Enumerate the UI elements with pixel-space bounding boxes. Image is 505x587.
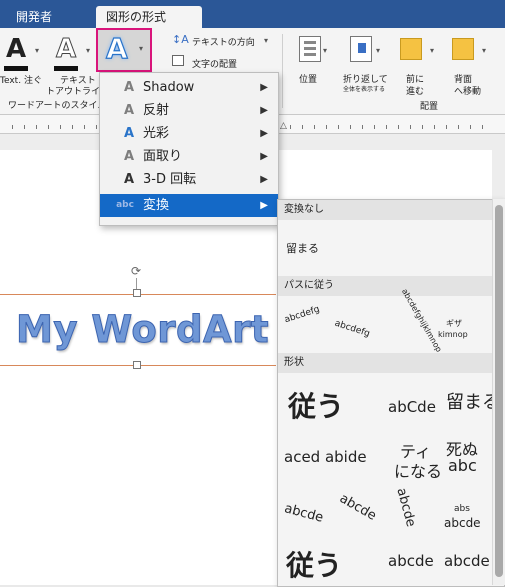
submenu-arrow-icon: ▶	[260, 105, 268, 116]
bevel-icon: A	[123, 149, 135, 164]
gallery-item-arch[interactable]: abcde	[283, 501, 325, 526]
tab-shape-format[interactable]: 図形の形式	[96, 6, 202, 28]
submenu-arrow-icon: ▶	[260, 151, 268, 162]
menu-item-label: Shadow	[143, 80, 195, 95]
text-outline-icon: A	[55, 34, 77, 65]
text-direction-dropdown-icon: ▾	[264, 36, 269, 45]
section-warp: 形状	[278, 353, 492, 373]
gallery-item-chevron[interactable]: aced abide	[284, 448, 367, 466]
rotate-handle-icon[interactable]: ⟳	[131, 264, 141, 278]
menu-item-transform[interactable]: abc 変換 ▶	[100, 194, 278, 217]
wrap-text-icon	[350, 36, 372, 62]
resize-handle-top[interactable]	[133, 289, 141, 297]
gallery-item-plain[interactable]: 従う	[288, 385, 344, 425]
gallery-item-button-bottom[interactable]: kimnop	[438, 330, 468, 339]
submenu-arrow-icon: ▶	[260, 82, 268, 93]
ruler-indent-marker-icon[interactable]: △	[280, 121, 287, 131]
section-follow-path: パスに従う	[278, 276, 492, 296]
gallery-scrollbar[interactable]	[492, 199, 505, 585]
gallery-item-cascade[interactable]: 従う	[286, 544, 342, 584]
resize-handle-bottom[interactable]	[133, 361, 141, 369]
text-direction-icon: ↕A	[172, 33, 189, 46]
text-outline-button[interactable]: A	[52, 34, 90, 76]
bring-forward-label-2: 進む	[406, 87, 425, 97]
gallery-item-circle[interactable]: abcdefghijklmnop	[400, 287, 444, 353]
send-backward-label-2: へ移動	[454, 87, 482, 97]
gallery-item-inflate-bottom[interactable]: abc	[448, 456, 477, 475]
text-effects-button[interactable]: A ▾	[96, 28, 152, 72]
gallery-item-wave[interactable]: abcde	[388, 552, 434, 570]
text-fill-color-bar	[4, 66, 28, 71]
gallery-item-button-top[interactable]: ギザ	[446, 318, 462, 329]
text-align-button[interactable]: 文字の配置	[172, 55, 272, 71]
text-align-icon	[172, 55, 184, 66]
gallery-item-arch-up[interactable]: abcdefg	[283, 305, 321, 326]
wrap-text-label-2: 全体を表示する	[343, 86, 386, 93]
menu-item-reflection[interactable]: A 反射 ▶	[100, 99, 278, 122]
transform-gallery: 変換なし 留まる パスに従う abcdefg abcdefg abcdefghi…	[277, 199, 505, 587]
gallery-item-circle-shape[interactable]: abcde	[337, 491, 379, 524]
gallery-item-button[interactable]: abcde	[393, 486, 418, 528]
submenu-arrow-icon: ▶	[260, 174, 268, 185]
text-effects-menu: A Shadow ▶ A 反射 ▶ A 光彩 ▶ A 面取り ▶ A 3-D 回…	[99, 72, 279, 226]
menu-item-glow[interactable]: A 光彩 ▶	[100, 122, 278, 145]
group-label-arrange: 配置	[420, 102, 439, 112]
gallery-item-ring-bottom[interactable]: になる	[394, 458, 442, 482]
text-align-label: 文字の配置	[192, 60, 238, 70]
section-no-transform: 変換なし	[278, 200, 492, 220]
send-backward-dropdown-icon: ▾	[482, 46, 487, 55]
menu-item-bevel[interactable]: A 面取り ▶	[100, 145, 278, 168]
submenu-arrow-icon: ▶	[260, 128, 268, 139]
text-fill-label-b: 注ぐ	[23, 76, 42, 86]
position-button[interactable]: ▾ 位置	[293, 36, 329, 86]
glow-icon: A	[123, 126, 135, 141]
menu-item-label: 3-D 回転	[143, 172, 197, 187]
shadow-icon: A	[123, 80, 135, 95]
gallery-item-arch-down[interactable]: abcdefg	[333, 319, 371, 340]
gallery-item-no-transform[interactable]: 留まる	[286, 240, 319, 256]
wrap-text-button[interactable]: ▾ 折り返して 全体を表示する	[340, 36, 390, 96]
gallery-item-stop[interactable]: abCde	[388, 398, 436, 416]
menu-item-label: 変換	[143, 198, 170, 213]
position-label: 位置	[299, 75, 318, 85]
menu-item-label: 反射	[143, 103, 170, 118]
group-label-wordart-styles: ワードアートのスタイル	[8, 101, 107, 111]
text-fill-button[interactable]: A	[2, 34, 40, 76]
menu-item-3d-rotation[interactable]: A 3-D 回転 ▶	[100, 168, 278, 191]
text-fill-dropdown-icon[interactable]: ▾	[35, 46, 39, 55]
text-fill-icon: A	[6, 34, 27, 64]
ribbon-tab-bar: 開発者 図形の形式	[0, 0, 505, 28]
text-fill-label: Text. 注ぐ	[0, 76, 42, 86]
send-backward-button[interactable]: ▾ 背面 へ移動	[448, 36, 498, 97]
text-effects-dropdown-icon: ▾	[139, 44, 144, 53]
gallery-item-double-wave[interactable]: abcde	[444, 552, 490, 570]
menu-item-label: 光彩	[143, 126, 170, 141]
text-direction-button[interactable]: ↕A テキストの方向 ▾	[172, 33, 272, 49]
transform-icon: abc	[116, 200, 134, 210]
menu-item-shadow[interactable]: A Shadow ▶	[100, 76, 278, 99]
3d-rotation-icon: A	[123, 172, 135, 187]
text-outline-color-bar	[54, 66, 78, 71]
scrollbar-thumb[interactable]	[495, 205, 503, 577]
text-outline-dropdown-icon[interactable]: ▾	[86, 46, 90, 55]
text-direction-label: テキストの方向	[192, 38, 255, 48]
reflection-icon: A	[123, 103, 135, 118]
menu-item-label: 面取り	[143, 149, 183, 164]
ribbon-separator	[282, 34, 283, 108]
wordart-text[interactable]: My WordArt	[15, 308, 269, 352]
text-effects-icon: A	[105, 31, 128, 65]
gallery-item-ring[interactable]: abs	[454, 504, 470, 514]
bring-forward-button[interactable]: ▾ 前に 進む	[396, 36, 440, 97]
bring-forward-icon	[400, 38, 422, 60]
position-dropdown-icon: ▾	[323, 46, 328, 55]
tab-developer[interactable]: 開発者	[6, 6, 62, 28]
submenu-arrow-icon: ▶	[260, 200, 268, 211]
send-backward-icon	[452, 38, 474, 60]
wrap-text-dropdown-icon: ▾	[376, 46, 381, 55]
position-icon	[299, 36, 321, 62]
bring-forward-dropdown-icon: ▾	[430, 46, 435, 55]
gallery-item-ring-text[interactable]: abcde	[444, 516, 481, 530]
text-fill-label-a: Text	[0, 76, 19, 86]
